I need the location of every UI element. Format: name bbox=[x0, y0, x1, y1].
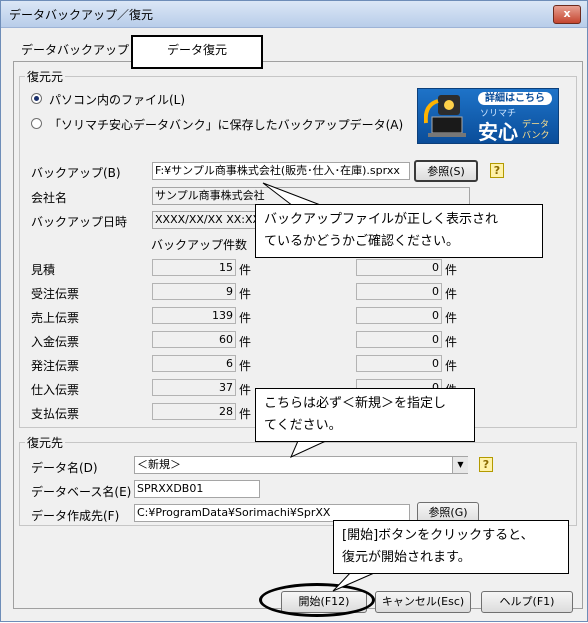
callout-text: バックアップファイルが正しく表示され bbox=[264, 212, 499, 227]
callout-text: てください。 bbox=[264, 418, 342, 433]
callout-text: ているかどうかご確認ください。 bbox=[264, 234, 460, 249]
callout-text: こちらは必ず＜新規＞を指定し bbox=[264, 396, 447, 411]
dialog-window: データバックアップ／復元 x データバックアップ データ復元 復元元 パソコン内… bbox=[0, 0, 588, 622]
callout-new-data: こちらは必ず＜新規＞を指定し てください。 bbox=[255, 388, 475, 442]
callout-text: 復元が開始されます。 bbox=[342, 550, 471, 565]
callout-start: [開始]ボタンをクリックすると、 復元が開始されます。 bbox=[333, 520, 569, 574]
callout-backup-check: バックアップファイルが正しく表示され ているかどうかご確認ください。 bbox=[255, 204, 543, 258]
callout-text: [開始]ボタンをクリックすると、 bbox=[342, 528, 534, 543]
